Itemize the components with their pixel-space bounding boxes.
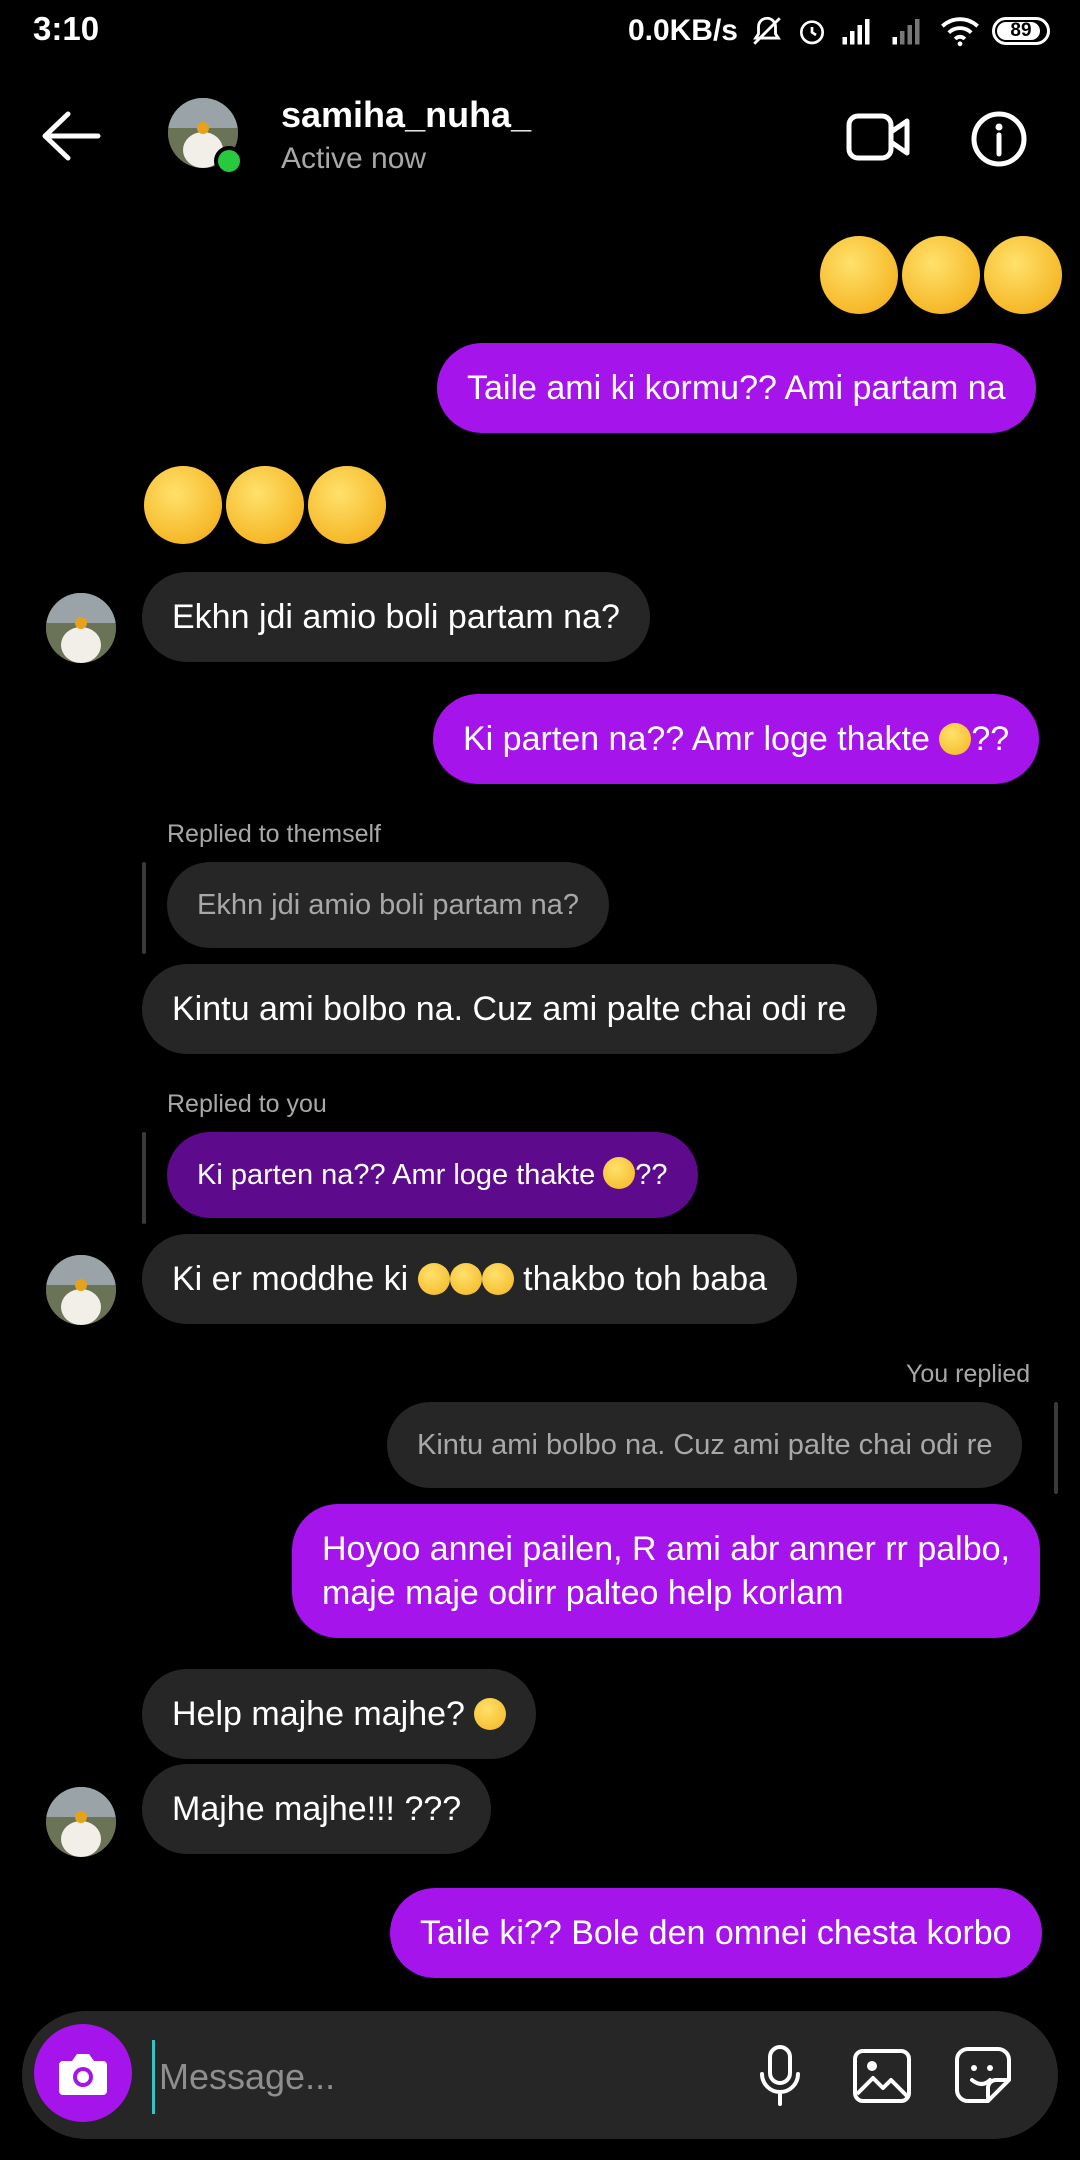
received-message[interactable]: Ekhn jdi amio boli partam na? [142,572,650,662]
sent-message[interactable]: Hoyoo annei pailen, R ami abr anner rr p… [292,1504,1040,1638]
sent-message[interactable]: Ki parten na?? Amr loge thakte ?? [433,694,1040,784]
net-speed: 0.0KB/s [627,14,738,47]
smirk-face-emoji [481,1263,514,1295]
unamused-face-emoji [474,1698,507,1730]
camera-icon [59,2054,107,2095]
message-input[interactable] [152,2040,721,2114]
pleading-face-emoji [820,236,898,314]
quoted-message[interactable]: Ekhn jdi amio boli partam na? [167,862,610,948]
message-text-line: Hoyoo annei pailen, R ami abr anner rr p… [322,1530,1010,1568]
sent-emoji-message[interactable] [820,236,1062,314]
active-status: Active now [281,142,427,175]
message-text-suffix: ?? [971,720,1010,758]
smirk-face-emoji [308,466,386,544]
received-emoji-message[interactable] [144,466,386,544]
pleading-face-emoji [902,236,980,314]
message-text: Ki parten na?? Amr loge thakte [463,720,930,758]
alarm-icon [800,20,824,45]
gallery-icon[interactable] [852,2048,912,2104]
received-message[interactable]: Ki er moddhe ki thakbo toh baba [142,1234,798,1324]
battery-icon: 89 [992,17,1050,45]
sender-avatar[interactable] [46,1787,116,1857]
quoted-message[interactable]: Ki parten na?? Amr loge thakte ?? [167,1132,698,1218]
chat-username[interactable]: samiha_nuha_ [281,94,531,136]
smirk-face-emoji [226,466,304,544]
sender-avatar[interactable] [46,1255,116,1325]
mute-bell-icon [753,16,781,45]
status-icons: 0.0KB/s 89 [628,10,1050,52]
reply-line [142,862,146,954]
signal-weak-icon [892,19,920,45]
video-call-icon[interactable] [846,110,910,164]
reply-line [1054,1402,1058,1494]
received-message[interactable]: Help majhe majhe? [142,1669,537,1759]
message-text: Help majhe majhe? [172,1695,465,1733]
wifi-icon [941,17,979,47]
online-indicator [214,146,244,176]
sender-avatar[interactable] [46,593,116,663]
message-text-line: maje maje odirr palteo help korlam [322,1574,844,1612]
message-text-suffix: thakbo toh baba [523,1260,768,1298]
signal-icon [842,19,870,45]
pleading-face-emoji [984,236,1062,314]
sticker-icon[interactable] [954,2046,1012,2104]
reply-label: You replied [906,1360,1031,1388]
reply-line [142,1132,146,1224]
status-time: 3:10 [33,10,100,47]
smirk-face-emoji [449,1263,482,1295]
reply-label: Replied to themself [167,820,382,848]
camera-button[interactable] [34,2024,132,2122]
sent-message[interactable]: Taile ki?? Bole den omnei chesta korbo [390,1888,1042,1978]
smirk-face-emoji [417,1263,450,1295]
microphone-icon[interactable] [758,2044,802,2108]
quoted-text-suffix: ?? [635,1159,668,1191]
message-text: Ki er moddhe ki [172,1260,409,1298]
smirk-face-emoji [144,466,222,544]
crying-face-emoji [939,723,972,755]
crying-face-emoji [603,1157,636,1189]
battery-level: 89 [1010,20,1032,41]
quoted-message[interactable]: Kintu ami bolbo na. Cuz ami palte chai o… [387,1402,1023,1488]
received-message[interactable]: Kintu ami bolbo na. Cuz ami palte chai o… [142,964,877,1054]
back-arrow-icon[interactable] [40,110,102,162]
quoted-text: Ki parten na?? Amr loge thakte [197,1159,596,1191]
reply-label: Replied to you [167,1090,327,1118]
sent-message[interactable]: Taile ami ki kormu?? Ami partam na [437,343,1036,433]
info-icon[interactable] [970,110,1028,168]
received-message[interactable]: Majhe majhe!!! ??? [142,1764,492,1854]
